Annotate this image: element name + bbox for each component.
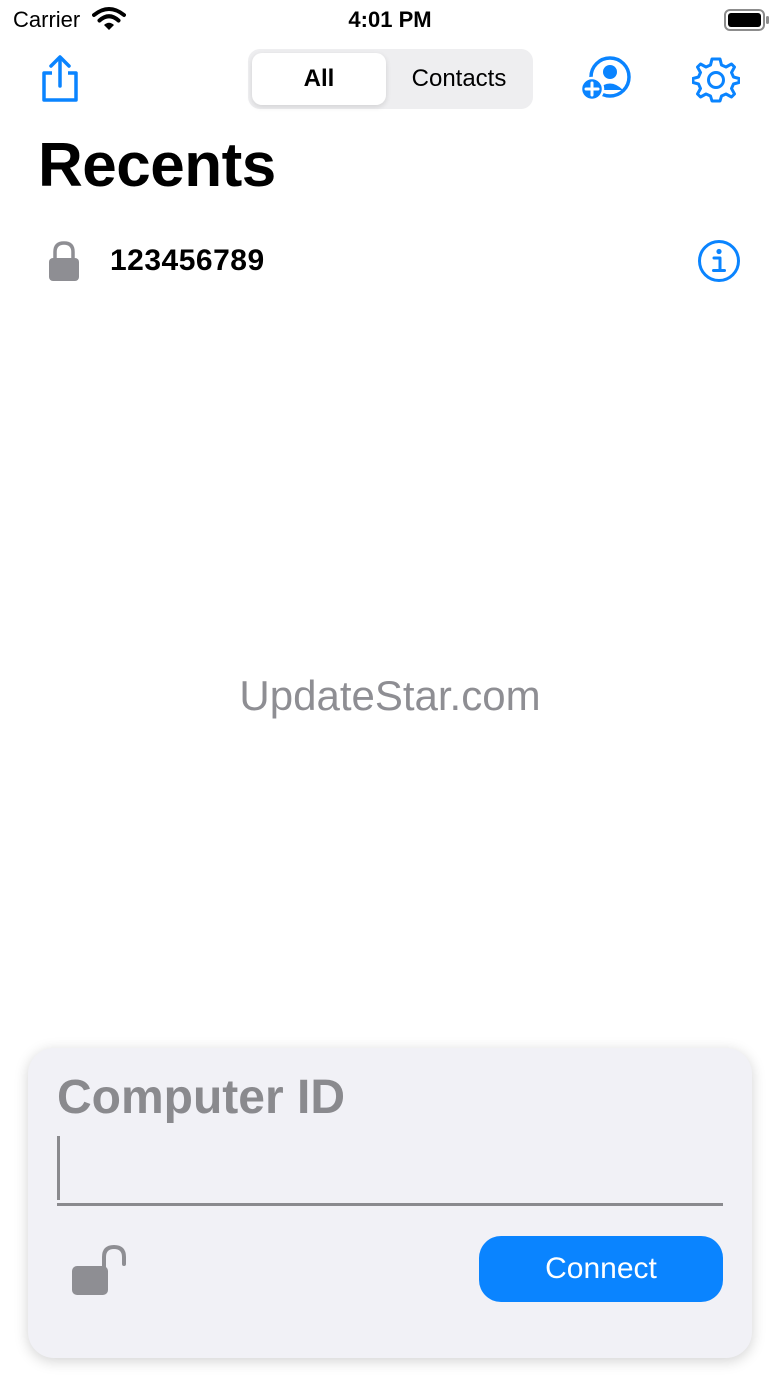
add-contact-icon: [579, 56, 631, 102]
unlock-icon: [72, 1244, 126, 1295]
recent-computer-id: 123456789: [110, 244, 265, 277]
segment-all[interactable]: All: [252, 53, 386, 105]
info-icon: [698, 240, 740, 282]
share-icon: [42, 55, 78, 102]
filter-segmented-control: All Contacts: [248, 49, 533, 109]
add-contact-button[interactable]: [579, 55, 634, 103]
gear-icon: [691, 57, 741, 103]
battery-icon: [724, 9, 769, 31]
recent-item[interactable]: 123456789: [0, 230, 780, 294]
share-button[interactable]: [38, 54, 82, 104]
segment-contacts[interactable]: Contacts: [388, 53, 530, 105]
watermark-text: UpdateStar.com: [239, 672, 541, 719]
info-button[interactable]: [697, 239, 741, 283]
connect-panel: Computer ID Connect: [28, 1048, 752, 1358]
text-caret: [57, 1136, 60, 1200]
computer-id-label: Computer ID: [57, 1071, 345, 1124]
status-time: 4:01 PM: [348, 7, 432, 32]
connect-button[interactable]: Connect: [479, 1236, 723, 1302]
status-bar: Carrier 4:01 PM: [0, 0, 780, 40]
unlock-toggle-button[interactable]: [70, 1242, 128, 1298]
page-title: Recents: [38, 131, 276, 200]
computer-id-input[interactable]: [57, 1136, 723, 1206]
settings-button[interactable]: [691, 56, 741, 104]
lock-icon: [49, 241, 79, 281]
